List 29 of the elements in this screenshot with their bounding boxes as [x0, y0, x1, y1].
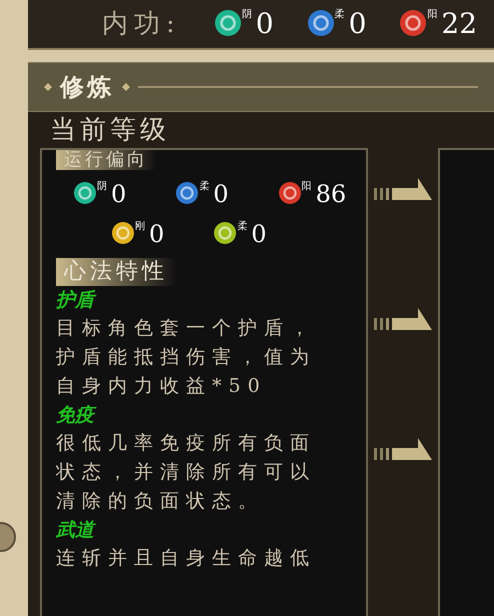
orb-value: 0 — [111, 182, 126, 206]
power-label: 内功: — [102, 8, 181, 40]
trait-description: 连斩并且自身生命越低 — [56, 546, 317, 571]
orb-tag: 阳 — [427, 10, 438, 20]
trait-name: 武道 — [56, 518, 97, 543]
orb-tag: 柔 — [199, 182, 210, 192]
tendency-heading: 运行偏向 — [56, 150, 156, 170]
level-label: 当前等级 — [49, 114, 171, 147]
orb-tag: 刚 — [135, 222, 145, 232]
diamond-icon — [44, 83, 52, 91]
orb-tag: 阴 — [242, 10, 252, 20]
trait-description: 目标角色套一个护盾，护盾能抵挡伤害，值为自身内力收益*50 — [56, 316, 317, 399]
orb-value: 0 — [213, 182, 229, 206]
diamond-icon — [122, 83, 130, 91]
trait-description: 很低几率免疫所有负面状态，并清除所有可以清除的负面状态。 — [56, 431, 317, 514]
orb-value: 0 — [256, 10, 274, 38]
section-title: 修炼 — [60, 71, 114, 103]
orb-tag: 柔 — [237, 222, 248, 232]
orb-value: 0 — [251, 222, 267, 246]
orb-tag: 柔 — [334, 10, 345, 20]
orb-value: 0 — [149, 222, 164, 246]
orb-value: 22 — [441, 10, 478, 38]
orb-value: 86 — [316, 182, 346, 206]
orb-value: 0 — [348, 10, 366, 38]
orb-tag: 阳 — [302, 182, 312, 192]
orb-tag: 阴 — [97, 182, 107, 192]
trait-name: 免疫 — [56, 401, 352, 429]
trait-name: 护盾 — [56, 286, 352, 314]
traits-heading: 心法特性 — [56, 258, 176, 286]
